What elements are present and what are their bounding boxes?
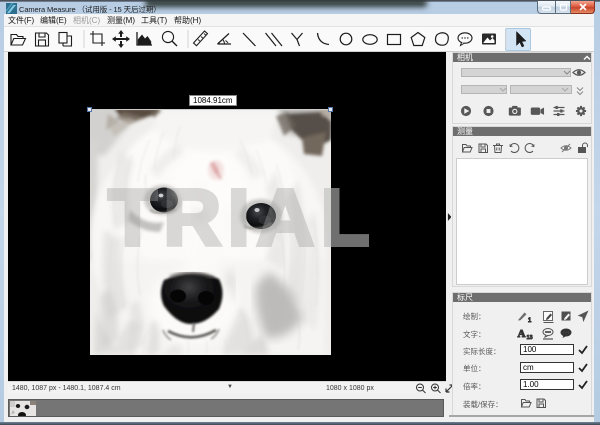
svg-text:13: 13 bbox=[527, 335, 533, 341]
svg-text:A: A bbox=[518, 328, 526, 340]
svg-text:1: 1 bbox=[528, 318, 532, 324]
